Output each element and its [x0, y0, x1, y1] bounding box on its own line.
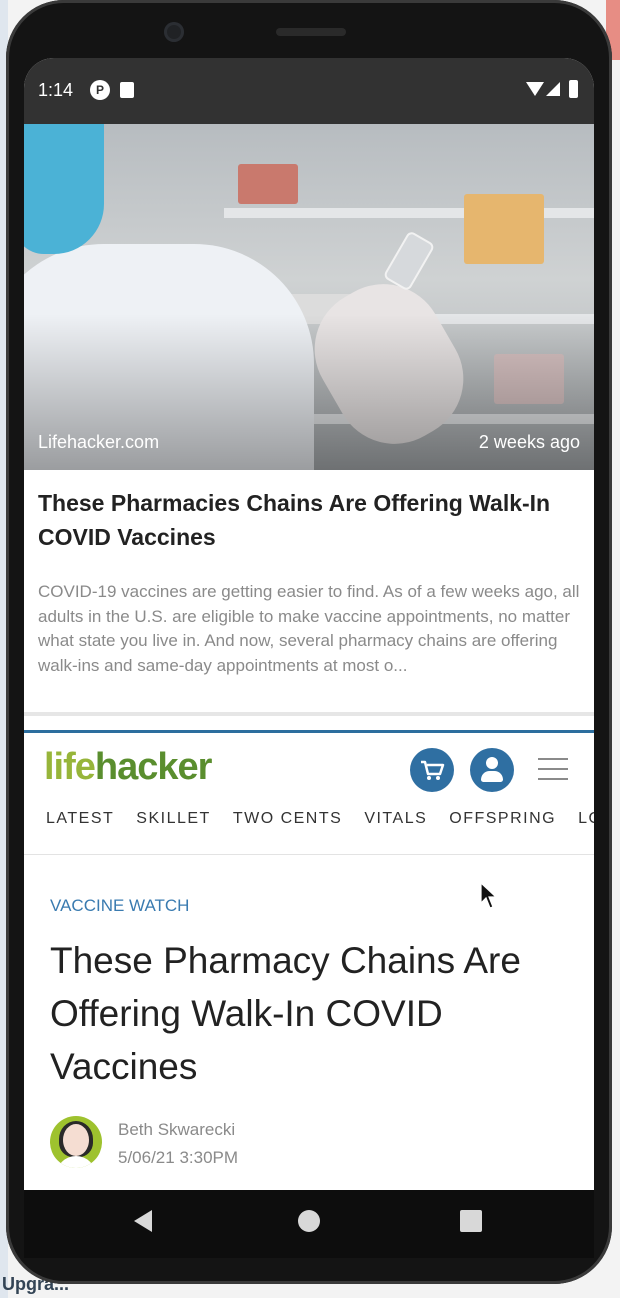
status-time: 1:14: [38, 80, 74, 100]
author-name[interactable]: Beth Skwarecki: [118, 1120, 235, 1140]
phone-frame: 1:14 P Lifehacker.com 2 weeks ago These …: [6, 0, 612, 1284]
nav-item-skillet[interactable]: SKILLET: [136, 810, 211, 828]
article-source: Lifehacker.com: [38, 432, 160, 452]
author-avatar[interactable]: [50, 1116, 102, 1168]
nav-item-vitals[interactable]: VITALS: [364, 810, 427, 828]
wifi-icon: [526, 82, 544, 96]
cart-icon: [421, 760, 445, 780]
logo-part-life: life: [44, 746, 96, 788]
sd-card-icon: [120, 82, 134, 98]
cart-button[interactable]: [410, 748, 454, 792]
section-nav: LATEST SKILLET TWO CENTS VITALS OFFSPRING LOD: [46, 810, 594, 832]
site-top-border: [24, 730, 594, 733]
logo-part-hacker: hacker: [94, 746, 213, 788]
android-nav-bar: [24, 1190, 594, 1258]
nav-item-two-cents[interactable]: TWO CENTS: [233, 810, 343, 828]
account-button[interactable]: [470, 748, 514, 792]
user-icon: [486, 757, 498, 769]
nav-divider: [24, 854, 594, 855]
phone-top-bezel: [6, 0, 612, 60]
nav-item-lod[interactable]: LOD: [578, 810, 594, 828]
card-summary: COVID-19 vaccines are getting easier to …: [38, 582, 580, 675]
hero-overlay: [24, 124, 594, 470]
nav-item-latest[interactable]: LATEST: [46, 810, 114, 828]
nav-item-offspring[interactable]: OFFSPRING: [449, 810, 556, 828]
signal-icon: [546, 82, 560, 96]
back-icon[interactable]: [134, 1210, 152, 1232]
cursor-icon: [480, 882, 498, 909]
battery-icon: [569, 80, 578, 98]
front-camera: [164, 22, 184, 42]
card-divider: [24, 712, 594, 716]
menu-icon: [538, 758, 568, 760]
screen: 1:14 P Lifehacker.com 2 weeks ago These …: [24, 58, 594, 1258]
user-icon-body: [481, 771, 503, 782]
recents-icon[interactable]: [460, 1210, 482, 1232]
article-age: 2 weeks ago: [478, 432, 580, 452]
hamburger-menu-button[interactable]: [538, 754, 568, 784]
avatar-shirt: [56, 1156, 96, 1168]
article-headline: These Pharmacy Chains Are Offering Walk-…: [50, 940, 521, 1087]
home-icon[interactable]: [298, 1210, 320, 1232]
card-title[interactable]: These Pharmacies Chains Are Offering Wal…: [38, 486, 578, 554]
p-notification-icon: P: [90, 80, 110, 100]
avatar-face: [63, 1124, 89, 1156]
article-hero-image[interactable]: Lifehacker.com 2 weeks ago: [24, 124, 594, 470]
earpiece-speaker: [276, 28, 346, 36]
menu-icon-line: [538, 768, 568, 770]
lifehacker-logo[interactable]: lifehacker: [44, 746, 213, 789]
menu-icon-line: [538, 778, 568, 780]
publish-date: 5/06/21 3:30PM: [118, 1148, 239, 1167]
article-kicker[interactable]: VACCINE WATCH: [50, 896, 189, 916]
status-bar: 1:14 P: [24, 58, 594, 124]
